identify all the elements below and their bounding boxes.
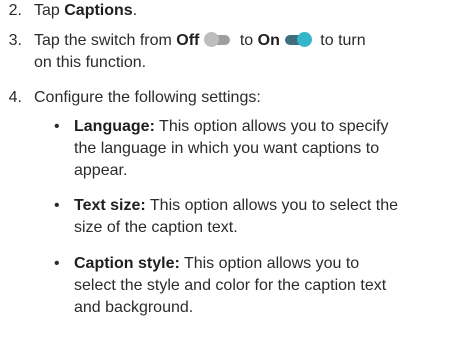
step-text: Configure the following settings: <box>34 89 261 106</box>
setting-description: Language: This option allows you to spec… <box>74 116 449 182</box>
setting-description: Text size: This option allows you to sel… <box>74 195 449 239</box>
toggle-on-icon <box>284 30 313 48</box>
instructions-document: 2. Tap Captions. 3. Tap the switch from … <box>0 0 453 344</box>
setting-text-line3: and background. <box>74 299 194 316</box>
step-number: 2. <box>8 2 22 19</box>
step-number: 4. <box>8 89 22 106</box>
toggle-off-icon <box>204 30 232 48</box>
step-text-line2: on this function. <box>34 54 147 71</box>
step-text-post: . <box>132 2 138 19</box>
setting-text-line1: This option allows you to select the <box>145 197 399 214</box>
setting-text-line2: the language in which you want captions … <box>74 140 380 157</box>
step-text-pre: Tap the switch from <box>34 32 177 49</box>
step-text-end: to turn <box>315 32 366 49</box>
captions-term: Captions <box>64 2 133 19</box>
setting-label: Text size: <box>74 197 146 214</box>
setting-label: Caption style: <box>74 255 180 272</box>
step-number: 3. <box>8 32 22 49</box>
step-text: Tap the switch from Off to On to turn on … <box>34 30 447 74</box>
bullet-point: • <box>54 197 60 214</box>
setting-text-line2: select the style and color for the capti… <box>74 277 387 294</box>
bullet-point: • <box>54 118 60 135</box>
step-text-pre: Tap <box>34 2 65 19</box>
setting-label: Language: <box>74 118 155 135</box>
setting-description: Caption style: This option allows you to… <box>74 253 449 319</box>
setting-text-line1: This option allows you to <box>179 255 360 272</box>
on-term: On <box>257 32 280 49</box>
off-term: Off <box>176 32 200 49</box>
toggle-knob <box>296 32 312 47</box>
bullet-point: • <box>54 255 60 272</box>
setting-text-line3: appear. <box>74 162 128 179</box>
setting-text-line2: size of the caption text. <box>74 219 238 236</box>
step-text: Tap Captions. <box>34 0 447 22</box>
setting-text-line1: This option allows you to specify <box>154 118 389 135</box>
step-text-mid: to <box>235 32 258 49</box>
